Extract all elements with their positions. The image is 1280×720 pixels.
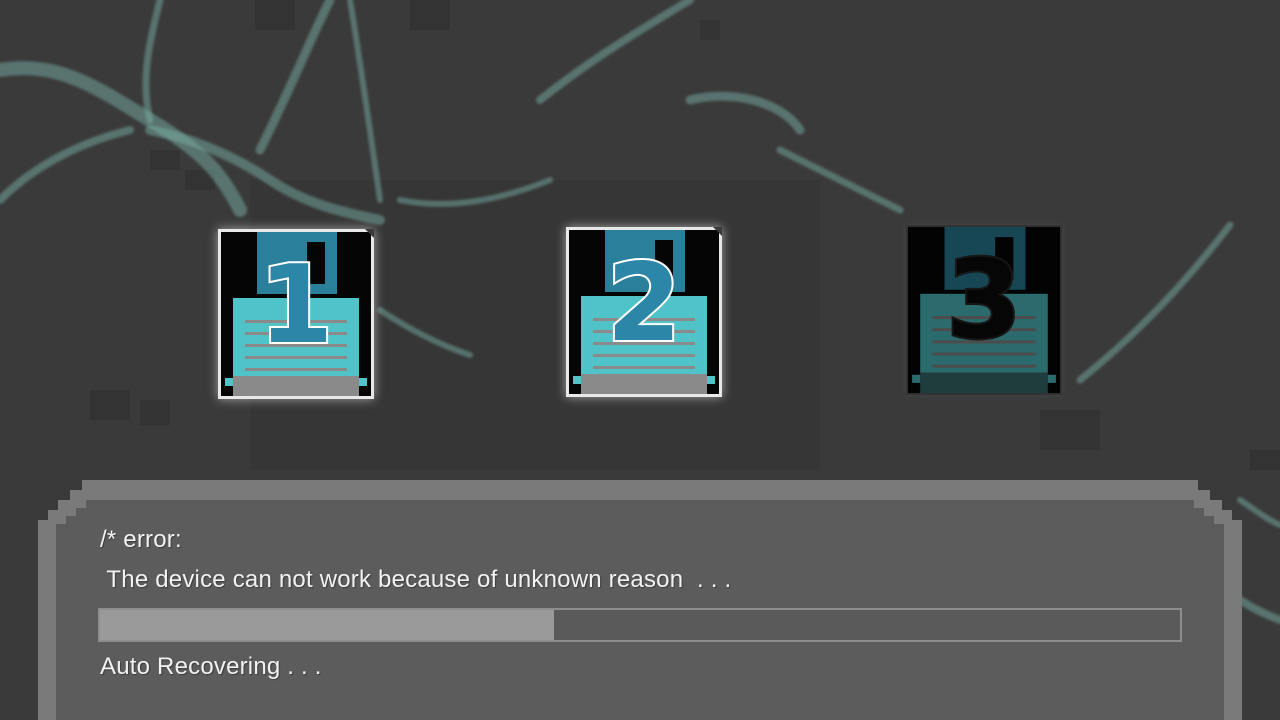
slot-number: 1 (256, 243, 335, 368)
slot-number: 3 (944, 238, 1023, 363)
corner-fold (365, 229, 374, 238)
progress-fill (100, 610, 554, 640)
status-label: Auto Recovering . . . (100, 653, 322, 680)
corner-fold (713, 227, 722, 236)
save-slot-1[interactable]: 1 (218, 229, 374, 399)
save-slot-2[interactable]: 2 (566, 227, 722, 397)
save-slot-3[interactable]: 3 (906, 225, 1062, 395)
error-message: The device can not work because of unkno… (100, 566, 732, 593)
error-label: /* error: (100, 526, 182, 553)
game-screen: 1 2 3 /* error: The device can not work … (0, 0, 1280, 720)
recovery-progress-bar (98, 608, 1182, 642)
slot-number: 2 (604, 241, 683, 366)
